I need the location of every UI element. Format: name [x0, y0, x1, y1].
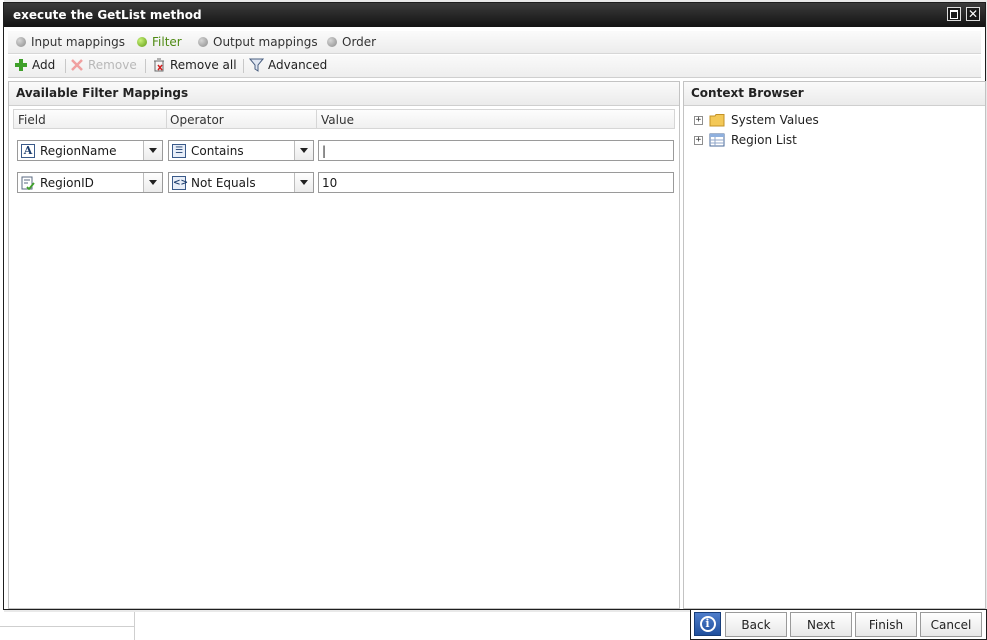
- expand-icon[interactable]: +: [694, 135, 703, 145]
- title-bar: execute the GetList method ✕: [4, 3, 985, 27]
- background-app-footer: [0, 612, 690, 640]
- remove-icon: [71, 59, 83, 71]
- tab-status-dot-icon: [327, 37, 337, 47]
- value-input[interactable]: [318, 140, 674, 161]
- context-browser-title: Context Browser: [684, 82, 985, 106]
- filter-row: A RegionName ☰ Contains: [17, 140, 677, 162]
- maximize-icon[interactable]: [947, 7, 961, 21]
- remove-all-button[interactable]: Remove all: [152, 58, 237, 72]
- filter-mappings-panel: Available Filter Mappings Field Operator…: [8, 81, 680, 609]
- key-field-icon: [21, 176, 35, 190]
- finish-button[interactable]: Finish: [855, 612, 917, 637]
- column-operator: Operator: [170, 113, 224, 127]
- tab-order[interactable]: Order: [327, 35, 376, 49]
- field-select[interactable]: A RegionName: [17, 140, 163, 161]
- toolbar-separator: [145, 59, 146, 73]
- toolbar-separator: [65, 59, 66, 73]
- wizard-footer: i Back Next Finish Cancel: [690, 609, 987, 640]
- table-icon: [709, 133, 725, 147]
- tree-item-region-list[interactable]: + Region List: [694, 133, 797, 147]
- context-browser-panel: Context Browser + System Values + Region…: [683, 81, 986, 609]
- close-icon[interactable]: ✕: [966, 7, 980, 21]
- cancel-button[interactable]: Cancel: [920, 612, 982, 637]
- column-value: Value: [321, 113, 354, 127]
- filter-row: RegionID <> Not Equals: [17, 172, 677, 194]
- tab-output-mappings[interactable]: Output mappings: [198, 35, 318, 49]
- method-dialog: execute the GetList method ✕ Input mappi…: [3, 2, 986, 610]
- value-input[interactable]: [318, 172, 674, 193]
- expand-icon[interactable]: +: [694, 115, 703, 125]
- chevron-down-icon[interactable]: [294, 173, 313, 192]
- add-button[interactable]: Add: [14, 58, 55, 72]
- remove-button[interactable]: Remove: [70, 58, 137, 72]
- column-divider: [316, 110, 317, 128]
- contains-operator-icon: ☰: [172, 143, 186, 158]
- back-button[interactable]: Back: [725, 612, 787, 637]
- info-button[interactable]: i: [694, 612, 721, 636]
- not-equals-operator-icon: <>: [172, 175, 189, 190]
- field-select[interactable]: RegionID: [17, 172, 163, 193]
- column-field: Field: [18, 113, 46, 127]
- tab-filter[interactable]: Filter: [137, 35, 182, 49]
- window-title: execute the GetList method: [13, 8, 202, 22]
- filter-mappings-title: Available Filter Mappings: [9, 82, 679, 106]
- wizard-tabs: Input mappings Filter Output mappings Or…: [8, 31, 981, 54]
- chevron-down-icon[interactable]: [143, 141, 162, 160]
- grid-header: Field Operator Value: [13, 109, 675, 129]
- advanced-filter-icon: [249, 58, 264, 72]
- advanced-button[interactable]: Advanced: [249, 58, 327, 72]
- tree-item-system-values[interactable]: + System Values: [694, 113, 819, 127]
- tab-status-dot-icon: [16, 37, 26, 47]
- operator-select[interactable]: ☰ Contains: [168, 140, 314, 161]
- tab-status-dot-icon: [198, 37, 208, 47]
- tab-input-mappings[interactable]: Input mappings: [16, 35, 125, 49]
- operator-select[interactable]: <> Not Equals: [168, 172, 314, 193]
- toolbar: Add Remove Remove all Advanced: [8, 55, 981, 78]
- info-icon: i: [699, 616, 716, 632]
- chevron-down-icon[interactable]: [294, 141, 313, 160]
- next-button[interactable]: Next: [790, 612, 852, 637]
- add-icon: [15, 59, 27, 71]
- text-field-icon: A: [21, 143, 35, 158]
- column-divider: [166, 110, 167, 128]
- chevron-down-icon[interactable]: [143, 173, 162, 192]
- folder-icon: [709, 114, 725, 127]
- toolbar-separator: [243, 59, 244, 73]
- tab-status-dot-icon: [137, 37, 147, 47]
- remove-all-icon: [154, 58, 164, 72]
